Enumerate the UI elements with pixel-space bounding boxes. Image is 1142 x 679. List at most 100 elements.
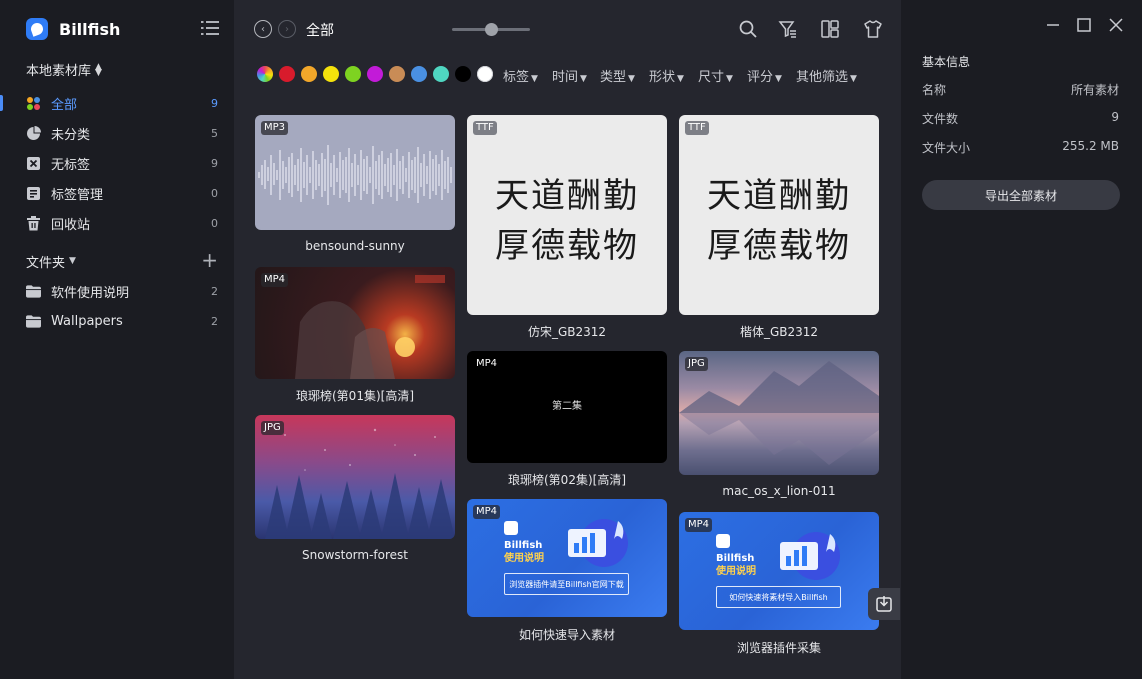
info-row-file-count: 文件数 9 [922, 110, 1119, 127]
asset-name: bensound-sunny [305, 239, 405, 253]
info-key: 名称 [922, 83, 947, 97]
info-value: 255.2 MB [1062, 139, 1119, 153]
filter-size[interactable]: 尺寸 ▼ [698, 66, 733, 85]
color-swatch[interactable] [323, 66, 339, 82]
sidebar-item-all[interactable]: 全部 9 [0, 88, 234, 118]
filter-label: 类型 [600, 70, 627, 85]
asset-name: Snowstorm-forest [302, 548, 408, 562]
asset-thumbnail-lion[interactable]: JPG [679, 351, 879, 475]
color-swatch[interactable] [345, 66, 361, 82]
folders-header[interactable]: 文件夹 ▼ + [26, 250, 218, 272]
zoom-slider-handle[interactable] [484, 23, 498, 36]
color-swatch[interactable] [301, 66, 317, 82]
folder-item-wallpapers[interactable]: Wallpapers 2 [0, 306, 234, 336]
color-swatch[interactable] [367, 66, 383, 82]
sidebar-item-count: 5 [211, 126, 218, 140]
app-name: Billfish [59, 19, 121, 39]
folder-label: 软件使用说明 [51, 285, 130, 301]
import-tool-button[interactable] [868, 588, 900, 620]
folder-icon [26, 284, 41, 299]
color-swatch[interactable] [411, 66, 427, 82]
forward-button[interactable]: › [278, 20, 296, 38]
app-logo: Billfish [26, 17, 120, 41]
skin-shirt-icon[interactable] [863, 19, 883, 39]
asset-thumbnail-snowstorm[interactable]: JPG [255, 415, 455, 539]
chevron-left-icon: ‹ [261, 23, 265, 35]
folder-item-manual[interactable]: 软件使用说明 2 [0, 276, 234, 306]
filter-label: 标签 [503, 70, 530, 85]
sidebar-item-label: 标签管理 [51, 187, 104, 203]
asset-name: 楷体_GB2312 [739, 325, 819, 339]
filter-tags[interactable]: 标签 ▼ [503, 66, 538, 85]
add-folder-icon[interactable]: + [201, 250, 218, 270]
file-type-badge: JPG [685, 357, 708, 371]
filter-type[interactable]: 类型 ▼ [600, 66, 635, 85]
search-icon[interactable] [738, 19, 758, 39]
back-button[interactable]: ‹ [254, 20, 272, 38]
filter-label: 时间 [552, 70, 579, 85]
filter-other[interactable]: 其他筛选 ▼ [796, 66, 857, 85]
promo-subtitle: 使用说明 [716, 566, 756, 577]
library-switcher[interactable]: 本地素材库 ▲ ▼ [26, 60, 102, 79]
top-toolbar: ‹ › 全部 [234, 0, 901, 58]
asset-thumbnail-bensound[interactable]: MP3 [255, 115, 455, 230]
sidebar-item-count: 0 [211, 186, 218, 200]
close-icon[interactable] [1108, 17, 1124, 33]
folders-title: 文件夹 [26, 255, 66, 271]
minimize-icon[interactable] [1045, 17, 1061, 33]
asset-name: 琅琊榜(第01集)[高清] [296, 389, 414, 403]
maximize-icon[interactable] [1076, 17, 1092, 33]
font-sample-line: 天道酬勤 [495, 176, 639, 216]
asset-name: 仿宋_GB2312 [527, 325, 607, 339]
untagged-icon [26, 156, 41, 171]
chevron-right-icon: › [285, 23, 289, 35]
export-all-button[interactable]: 导出全部素材 [922, 180, 1120, 210]
promo-chip: 如何快速将素材导入Billfish [716, 586, 841, 608]
file-type-badge: MP4 [261, 273, 289, 287]
layout-icon[interactable] [820, 19, 840, 39]
asset-thumbnail-kaiti[interactable]: 天道酬勤 厚德载物 TTF [679, 115, 879, 315]
filter-shape[interactable]: 形状 ▼ [649, 66, 684, 85]
sidebar-item-count: 9 [211, 96, 218, 110]
file-type-badge: MP4 [685, 518, 713, 532]
list-menu-icon[interactable] [201, 21, 219, 35]
sidebar-item-label: 未分类 [51, 127, 91, 143]
sidebar-item-tag-management[interactable]: 标签管理 0 [0, 178, 234, 208]
billfish-logo-icon [716, 534, 730, 548]
font-sample-text: 天道酬勤 厚德载物 [467, 171, 667, 271]
asset-thumbnail-plugin[interactable]: Billfish 使用说明 如何快速将素材导入Billfish MP4 [679, 512, 879, 630]
filter-time[interactable]: 时间 ▼ [552, 66, 587, 85]
folder-count: 2 [211, 284, 218, 298]
asset-thumbnail-langya1[interactable]: MP4 [255, 267, 455, 379]
font-sample-line: 厚德载物 [707, 226, 851, 266]
font-sample-line: 天道酬勤 [707, 176, 851, 216]
sidebar-item-label: 全部 [51, 97, 78, 113]
color-swatch-all[interactable] [257, 66, 273, 82]
color-swatch[interactable] [433, 66, 449, 82]
color-swatch[interactable] [389, 66, 405, 82]
color-swatch[interactable] [279, 66, 295, 82]
promo-brand: Billfish [504, 540, 543, 551]
caret-down-icon: ▼ [850, 74, 857, 84]
info-row-file-size: 文件大小 255.2 MB [922, 139, 1119, 156]
promo-brand: Billfish [716, 553, 755, 564]
sidebar-item-untagged[interactable]: 无标签 9 [0, 148, 234, 178]
filter-icon[interactable] [778, 19, 798, 39]
sidebar-item-label: 回收站 [51, 217, 91, 233]
filter-rating[interactable]: 评分 ▼ [747, 66, 782, 85]
chart-illustration-image [568, 519, 628, 567]
sidebar-item-uncategorized[interactable]: 未分类 5 [0, 118, 234, 148]
sidebar-nav: 全部 9 未分类 5 无标签 9 标签管理 0 回收站 0 [0, 88, 234, 238]
color-swatch[interactable] [455, 66, 471, 82]
asset-thumbnail-import-guide[interactable]: Billfish 使用说明 浏览器插件请至Billfish官网下载 MP4 [467, 499, 667, 617]
asset-thumbnail-langya2[interactable]: 第二集 MP4 [467, 351, 667, 463]
forest-image [265, 428, 455, 539]
caret-down-icon: ▼ [775, 74, 782, 84]
all-icon [26, 96, 41, 111]
caret-down-icon: ▼ [69, 256, 76, 266]
asset-thumbnail-fangsong[interactable]: 天道酬勤 厚德载物 TTF [467, 115, 667, 315]
sidebar-item-trash[interactable]: 回收站 0 [0, 208, 234, 238]
color-swatch[interactable] [477, 66, 493, 82]
import-icon [876, 596, 892, 612]
file-type-badge: TTF [473, 121, 497, 135]
